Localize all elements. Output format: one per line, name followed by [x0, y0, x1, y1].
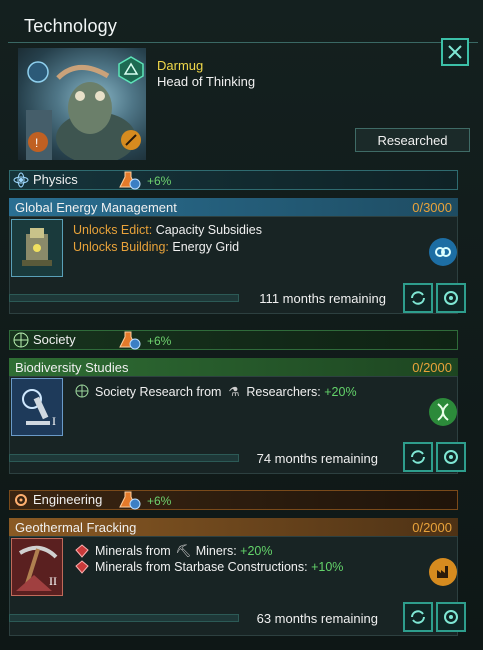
industry-icon [429, 558, 457, 586]
tech-remaining-time: 111 months remaining [259, 291, 386, 306]
tech-progress-bar [9, 614, 239, 622]
tech-tier-label: II [49, 574, 57, 588]
society-category-label: Society [33, 332, 76, 347]
focus-research-button[interactable] [436, 442, 466, 472]
tech-name: Global Energy Management [15, 199, 177, 215]
refresh-icon [411, 610, 425, 624]
tech-header-biodiversity[interactable]: Biodiversity Studies 0/2000 [9, 358, 458, 376]
tech-effect-edict: Unlocks Edict: Capacity Subsidies [73, 223, 262, 237]
tech-progress-bar [9, 294, 239, 302]
close-button[interactable] [441, 38, 469, 66]
minerals-icon [75, 560, 89, 579]
physics-icon [13, 172, 29, 193]
tech-progress-bar [9, 454, 239, 462]
tech-header-geothermal[interactable]: Geothermal Fracking 0/2000 [9, 518, 458, 536]
reroll-button[interactable] [403, 283, 433, 313]
reroll-button[interactable] [403, 442, 433, 472]
physics-bonus: +6% [147, 174, 172, 188]
scientist-role: Head of Thinking [157, 74, 256, 89]
researched-button[interactable]: Researched [355, 128, 470, 152]
tech-effect-building: Unlocks Building: Energy Grid [73, 240, 240, 254]
tech-name: Geothermal Fracking [15, 519, 137, 535]
tech-remaining-time: 74 months remaining [256, 451, 378, 466]
society-category-bar [9, 330, 458, 350]
tech-name: Biodiversity Studies [15, 359, 129, 375]
research-badge-icon [117, 56, 145, 84]
energy-grid-building-icon [429, 238, 457, 266]
focus-research-button[interactable] [436, 602, 466, 632]
engineering-category-label: Engineering [33, 492, 103, 507]
tech-header-global-energy[interactable]: Global Energy Management 0/3000 [9, 198, 458, 216]
reroll-button[interactable] [403, 602, 433, 632]
refresh-icon [411, 450, 425, 464]
research-flask-icon [75, 384, 89, 403]
focus-research-button[interactable] [436, 283, 466, 313]
tech-tier-label: I [52, 414, 56, 428]
refresh-icon [411, 291, 425, 305]
dna-icon [429, 398, 457, 426]
close-icon [448, 45, 462, 59]
tech-progress-text: 0/2000 [412, 519, 452, 535]
tech-progress-text: 0/2000 [412, 359, 452, 375]
energy-grid-tech-icon [11, 219, 63, 277]
tech-effect-miners: Minerals from ⛏ Miners: +20% [95, 544, 273, 558]
scientist-name: Darmug [157, 58, 204, 73]
gear-icon [444, 610, 458, 624]
gear-icon [444, 291, 458, 305]
physics-category-label: Physics [33, 172, 78, 187]
tech-progress-text: 0/3000 [412, 199, 452, 215]
window-title: Technology [24, 16, 118, 36]
tech-effect-starbase: Minerals from Starbase Constructions: +1… [95, 560, 344, 574]
engineering-bonus: +6% [147, 494, 172, 508]
gear-icon [444, 450, 458, 464]
flask-icon [119, 490, 141, 515]
svg-text:!: ! [35, 136, 38, 150]
society-bonus: +6% [147, 334, 172, 348]
miner-icon: ⛏ [175, 544, 192, 558]
globe-icon [13, 332, 29, 353]
tech-effect-society: Society Research from ⚗ Researchers: +20… [95, 385, 357, 399]
gear-category-icon [13, 492, 29, 513]
tech-remaining-time: 63 months remaining [256, 611, 378, 626]
flask-icon [119, 170, 141, 195]
flask-icon [119, 330, 141, 355]
researcher-icon: ⚗ [228, 385, 240, 399]
